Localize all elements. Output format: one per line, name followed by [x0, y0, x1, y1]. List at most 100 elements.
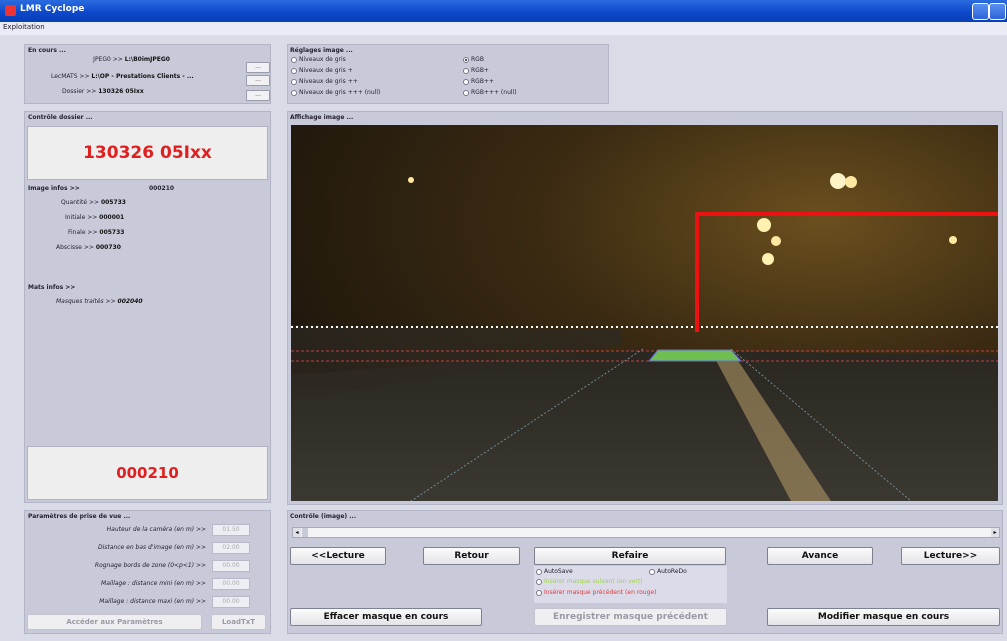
- lecture-forward-button[interactable]: Lecture>>: [901, 547, 1000, 565]
- autosave-radio-icon: [536, 568, 542, 575]
- acceder-parametres-button[interactable]: Accéder aux Paramètres: [27, 614, 202, 630]
- param-hauteur-label: Hauteur de la caméra (en m) >>: [106, 526, 206, 533]
- param-rognage-label: Rognage bords de zone (0<p<1) >>: [94, 562, 206, 569]
- avance-button[interactable]: Avance: [767, 547, 873, 565]
- radio-label: RGB++: [471, 78, 494, 85]
- dossier-browse-button[interactable]: ...: [246, 90, 270, 101]
- parametres-title: Paramètres de prise de vue ...: [28, 513, 131, 520]
- radio-rgb-3[interactable]: RGB+++ (null): [463, 89, 517, 96]
- controle-dossier-title: Contrôle dossier ...: [28, 114, 93, 121]
- dossier-value: 130326 05Ixx: [98, 88, 144, 95]
- masques-label: Masques traités >>: [56, 298, 118, 305]
- finale-row: Finale >> 005733: [68, 229, 124, 236]
- radio-icon: [463, 89, 469, 96]
- radio-rgb-1[interactable]: RGB+: [463, 67, 489, 74]
- modifier-masque-button[interactable]: Modifier masque en cours: [767, 608, 1000, 626]
- radio-icon: [463, 78, 469, 85]
- scroll-right-arrow-icon[interactable]: ▸: [991, 528, 999, 537]
- autoredo-label: AutoReDo: [657, 568, 687, 575]
- radio-label: RGB: [471, 56, 484, 63]
- param-maillage-min-label: Maillage : distance mini (en m) >>: [101, 580, 206, 587]
- radio-label: Niveaux de gris ++: [299, 78, 358, 85]
- effacer-masque-button[interactable]: Effacer masque en cours: [290, 608, 482, 626]
- abscisse-value: 000730: [95, 244, 121, 251]
- radio-label: Niveaux de gris: [299, 56, 346, 63]
- insert-green-radio-icon: [536, 578, 542, 585]
- retour-button[interactable]: Retour: [423, 547, 520, 565]
- options-box: AutoSave AutoReDo Insérer masque suivant…: [534, 566, 727, 603]
- abscisse-row: Abscisse >> 000730: [56, 244, 121, 251]
- radio-rgb-0[interactable]: RGB: [463, 56, 484, 63]
- radio-gris-0[interactable]: Niveaux de gris: [291, 56, 346, 63]
- radio-gris-2[interactable]: Niveaux de gris ++: [291, 78, 358, 85]
- param-rognage-field[interactable]: 00.00: [212, 560, 250, 572]
- refaire-button[interactable]: Refaire: [534, 547, 726, 565]
- affichage-panel: Affichage image ...: [287, 111, 1003, 505]
- app-logo-icon: [5, 5, 16, 16]
- menu-item-exploitation[interactable]: Exploitation: [3, 23, 45, 31]
- quantite-value: 005733: [100, 199, 126, 206]
- loadtxt-button[interactable]: LoadTxT: [211, 614, 266, 630]
- title-bar: LMR Cyclope: [0, 0, 1007, 22]
- minimize-button[interactable]: [972, 3, 989, 20]
- insert-red-option[interactable]: Insérer masque précédent (en rouge): [536, 589, 656, 596]
- mats-infos-label: Mats infos >>: [28, 284, 76, 291]
- lecmats-browse-button[interactable]: ...: [246, 75, 270, 86]
- dossier-name-display: 130326 05Ixx: [27, 126, 268, 180]
- radio-icon: [291, 67, 297, 74]
- insert-red-radio-icon: [536, 589, 542, 596]
- road-image[interactable]: [291, 125, 998, 501]
- image-infos-value: 000210: [149, 185, 175, 192]
- param-hauteur-field[interactable]: 01.50: [212, 524, 250, 536]
- controle-dossier-panel: Contrôle dossier ... 130326 05Ixx Image …: [24, 111, 271, 503]
- radio-label: Niveaux de gris +++ (null): [299, 89, 381, 96]
- insert-green-label: Insérer masque suivant (en vert): [544, 578, 643, 585]
- scroll-left-arrow-icon[interactable]: ◂: [293, 528, 301, 537]
- param-maillage-max-label: Maillage : distance maxi (en m) >>: [99, 598, 206, 605]
- initiale-value: 000001: [99, 214, 125, 221]
- radio-gris-3[interactable]: Niveaux de gris +++ (null): [291, 89, 380, 96]
- autoredo-radio-icon: [649, 568, 655, 575]
- jpeg-label: JPEG0 >>: [93, 56, 125, 63]
- affichage-title: Affichage image ...: [290, 114, 354, 121]
- reglages-panel: Réglages image ... Niveaux de gris Nivea…: [287, 44, 609, 104]
- controle-image-title: Contrôle (image) ...: [290, 513, 357, 520]
- window-title: LMR Cyclope: [20, 4, 85, 14]
- controle-image-panel: Contrôle (image) ... ◂ ▸ <<Lecture Retou…: [287, 510, 1003, 634]
- param-maillage-min-field[interactable]: 00.00: [212, 578, 250, 590]
- radio-icon: [291, 78, 297, 85]
- image-scrollbar[interactable]: ◂ ▸: [292, 527, 1000, 538]
- scroll-thumb[interactable]: [302, 528, 308, 537]
- quantite-label: Quantité >>: [61, 199, 101, 206]
- current-image-display: 000210: [27, 446, 268, 500]
- finale-label: Finale >>: [68, 229, 100, 236]
- jpeg-path-row: JPEG0 >> L:\B0imJPEG0: [93, 56, 170, 63]
- radio-rgb-2[interactable]: RGB++: [463, 78, 494, 85]
- insert-green-option[interactable]: Insérer masque suivant (en vert): [536, 578, 643, 585]
- en-cours-title: En cours ...: [28, 47, 66, 54]
- autoredo-option[interactable]: AutoReDo: [649, 568, 687, 575]
- enregistrer-masque-button[interactable]: Enregistrer masque précédent: [534, 608, 727, 626]
- radio-icon: [291, 56, 297, 63]
- finale-value: 005733: [99, 229, 125, 236]
- param-distance-bas-field[interactable]: 02.00: [212, 542, 250, 554]
- en-cours-panel: En cours ... JPEG0 >> L:\B0imJPEG0 ... L…: [24, 44, 271, 104]
- autosave-option[interactable]: AutoSave: [536, 568, 573, 575]
- lecture-back-button[interactable]: <<Lecture: [290, 547, 386, 565]
- radio-label: RGB+++ (null): [471, 89, 517, 96]
- radio-gris-1[interactable]: Niveaux de gris +: [291, 67, 353, 74]
- maximize-button[interactable]: [989, 3, 1006, 20]
- autosave-label: AutoSave: [544, 568, 573, 575]
- reglages-title: Réglages image ...: [290, 47, 353, 54]
- lecmats-path-row: LecMATS >> L:\OP - Prestations Clients -…: [51, 73, 194, 80]
- jpeg-browse-button[interactable]: ...: [246, 62, 270, 73]
- menu-bar: Exploitation: [0, 22, 1007, 35]
- image-infos-label: Image infos >>: [28, 185, 80, 192]
- lecmats-value: L:\OP - Prestations Clients - ...: [91, 73, 194, 80]
- parametres-panel: Paramètres de prise de vue ... Hauteur d…: [24, 510, 271, 634]
- radio-label: RGB+: [471, 67, 489, 74]
- quantite-row: Quantité >> 005733: [61, 199, 126, 206]
- masques-value: 002040: [117, 298, 143, 305]
- radio-label: Niveaux de gris +: [299, 67, 353, 74]
- param-maillage-max-field[interactable]: 00.00: [212, 596, 250, 608]
